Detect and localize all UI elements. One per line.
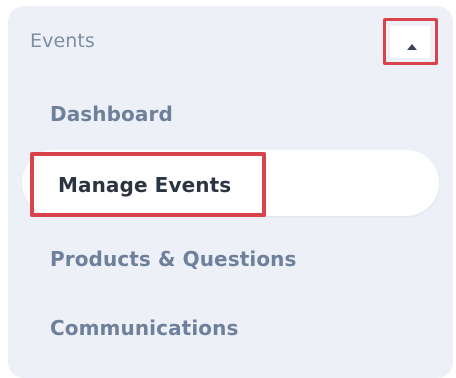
nav-item-manage-events-label: Manage Events [58,173,232,197]
collapse-section-button[interactable] [383,18,438,65]
nav-item-products-questions[interactable]: Products & Questions [50,247,297,271]
collapse-button-surface[interactable] [390,26,430,58]
nav-item-communications[interactable]: Communications [50,316,238,340]
caret-up-icon [407,44,417,50]
nav-item-dashboard[interactable]: Dashboard [50,102,173,126]
section-title-events[interactable]: Events [30,30,95,52]
